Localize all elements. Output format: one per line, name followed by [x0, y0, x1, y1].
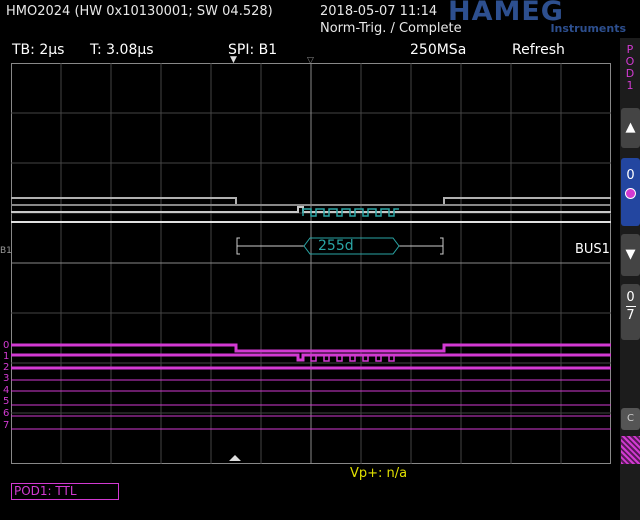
timebase[interactable]: TB: 2µs: [12, 42, 64, 58]
channel-label: 4: [3, 385, 10, 396]
datetime: 2018-05-07 11:14: [320, 4, 438, 19]
logo-subtext: Instruments: [550, 22, 626, 35]
channel-label: 2: [3, 362, 10, 373]
device-info: HMO2024 (HW 0x10130001; SW 04.528): [6, 4, 273, 19]
bus-b1-marker: B1: [0, 246, 12, 256]
sample-rate: 250MSa: [410, 42, 467, 58]
pod-label-text: POD1: [625, 43, 635, 92]
vp-measurement: Vp+: n/a: [350, 466, 408, 481]
selected-value: 0: [626, 168, 635, 183]
channel-label: 7: [3, 420, 10, 431]
bus-label: BUS1: [575, 242, 610, 257]
scroll-down-button[interactable]: ▼: [621, 234, 640, 276]
range-divider: [625, 306, 636, 307]
decoded-value: 255d: [318, 238, 354, 254]
extra-button[interactable]: C: [621, 408, 640, 430]
acquisition-mode[interactable]: Refresh: [512, 42, 565, 58]
selected-channel-button[interactable]: 0: [621, 158, 640, 226]
pod-mode-indicator[interactable]: POD1: TTL: [11, 483, 119, 500]
scroll-up-button[interactable]: ▲: [621, 108, 640, 148]
range-bottom: 7: [626, 308, 635, 323]
logo-text: HAMEG: [448, 0, 564, 27]
channel-range-button[interactable]: 0 7: [621, 284, 640, 340]
channel-label: 0: [3, 340, 10, 351]
channel-label: 3: [3, 373, 10, 384]
channel-label: 6: [3, 408, 10, 419]
pod-hatch-indicator: [621, 436, 640, 464]
pod-label: POD1: [624, 44, 636, 92]
trigger-state: Norm-Trig. / Complete: [320, 21, 462, 36]
range-top: 0: [626, 290, 635, 305]
scope-display[interactable]: [11, 63, 611, 464]
trigger-time[interactable]: T: 3.08µs: [90, 42, 154, 58]
channel-label: 5: [3, 396, 10, 407]
selected-dot-icon: [625, 188, 636, 199]
channel-label: 1: [3, 351, 10, 362]
hameg-logo: HAMEG Instruments: [448, 0, 638, 38]
